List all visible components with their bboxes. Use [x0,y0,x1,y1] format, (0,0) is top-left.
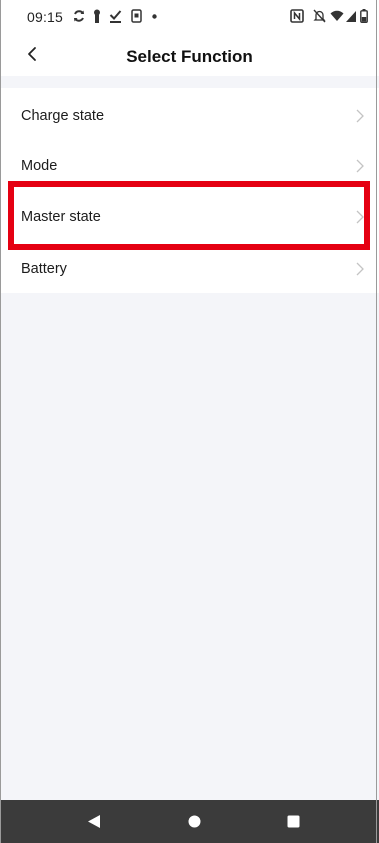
list-item-charge-state[interactable]: Charge state [0,90,379,141]
list-item-label: Mode [21,158,58,174]
chevron-right-icon [356,262,364,276]
person-icon [94,9,100,23]
wifi-icon [330,10,344,21]
status-bar: 09:15 [0,0,379,32]
system-nav-bar [0,800,379,843]
muted-bell-icon [313,9,326,23]
chevron-right-icon [356,109,364,123]
list-item-label: Charge state [21,108,105,124]
back-triangle-icon[interactable] [87,814,101,829]
home-circle-icon[interactable] [188,815,201,828]
page-title: Select Function [126,47,253,66]
highlight-box [8,181,370,250]
sync-icon [74,10,84,22]
list-item-label: Battery [21,261,67,277]
cellular-signal-icon [346,11,356,22]
list-item-battery[interactable]: Battery [0,243,379,294]
notification-dot-icon [152,14,157,19]
chevron-right-icon [356,159,364,173]
app-header: Select Function [0,32,379,76]
status-time: 09:15 [27,9,64,25]
screenshot-icon [131,9,142,23]
recents-square-icon[interactable] [287,815,300,828]
nfc-icon [290,9,304,23]
battery-icon [360,9,368,23]
download-done-icon [109,10,122,23]
